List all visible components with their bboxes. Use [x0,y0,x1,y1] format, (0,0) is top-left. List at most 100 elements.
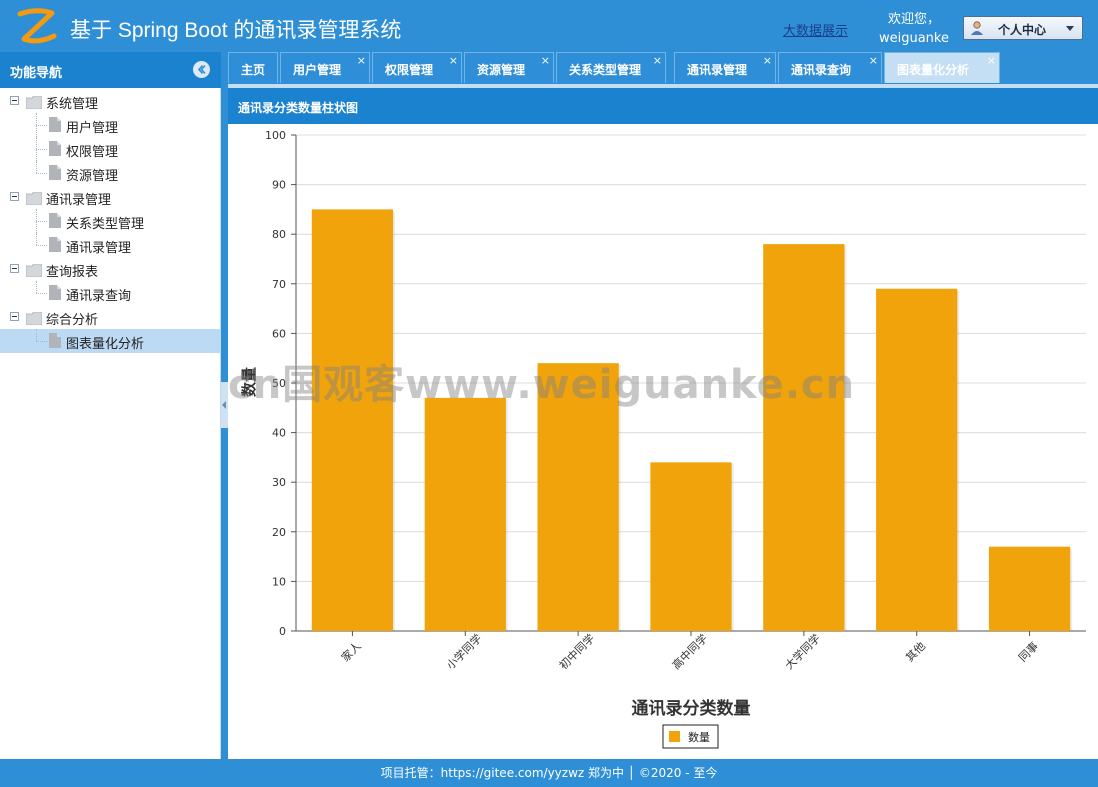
user-icon [971,21,983,35]
welcome-greeting: 欢迎您， [887,12,940,27]
file-icon [49,213,61,228]
chevron-down-icon [1066,26,1074,31]
file-icon [49,333,61,348]
nav-group-label: 综合分析 [46,313,99,328]
nav-item-0-1[interactable]: 权限管理 [0,137,221,161]
y-tick-label: 50 [272,377,286,390]
close-icon[interactable]: × [987,54,996,67]
nav-group-2[interactable]: 查询报表 [0,257,221,281]
x-tick-label: 其他 [903,640,928,665]
tree-line [36,161,37,173]
tab-label: 通讯录查询 [791,63,852,77]
personal-center-button[interactable]: 个人中心 [963,16,1083,40]
x-tick-label: 小学同学 [443,631,484,672]
tree-line [36,125,47,126]
tree-line [36,233,37,245]
x-tick-label: 大学同学 [782,631,823,672]
nav-item-3-0[interactable]: 图表量化分析 [0,329,221,353]
file-icon [49,141,61,156]
nav-item-0-2[interactable]: 资源管理 [0,161,221,185]
tab-5[interactable]: 通讯录管理 × [674,52,776,83]
top-header: 基于 Spring Boot 的通讯录管理系统 大数据展示 欢迎您， weigu… [0,0,1098,52]
nav-group-label: 通讯录管理 [46,193,112,208]
nav-item-label: 资源管理 [66,169,119,184]
folder-icon [25,310,43,326]
tab-3[interactable]: 资源管理 × [464,52,554,83]
bar-2 [537,363,619,631]
nav-group-1[interactable]: 通讯录管理 [0,185,221,209]
tree-line [36,149,47,150]
x-tick-label: 同事 [1016,640,1041,665]
close-icon[interactable]: × [653,54,662,67]
nav-item-label: 通讯录查询 [66,289,132,304]
chart-area: 0 10 20 30 40 50 60 70 80 90 100 家人 小学同学 初中同学 高中同学 大学同学… [228,124,1098,759]
y-tick-label: 20 [272,526,286,539]
x-tick-label: 初中同学 [556,631,597,672]
collapse-toggle-icon[interactable] [10,264,19,273]
nav-item-2-0[interactable]: 通讯录查询 [0,281,221,305]
app-title: 基于 Spring Boot 的通讯录管理系统 [70,19,402,42]
bigdata-link[interactable]: 大数据展示 [783,20,848,39]
folder-icon [25,94,43,110]
y-tick-label: 80 [272,228,286,241]
splitter-collapse-handle[interactable] [221,382,228,428]
personal-center-label: 个人中心 [998,23,1047,37]
y-tick-label: 90 [272,179,286,192]
file-icon [49,237,61,252]
close-icon[interactable]: × [869,54,878,67]
nav-item-label: 权限管理 [66,145,119,160]
tab-2[interactable]: 权限管理 × [372,52,462,83]
y-tick-label: 30 [272,476,286,489]
tab-7[interactable]: 图表量化分析 × [884,52,1000,83]
chevron-left-icon [197,64,206,75]
nav-item-label: 图表量化分析 [66,337,145,352]
bar-5 [876,288,958,631]
collapse-toggle-icon[interactable] [10,192,19,201]
collapse-sidebar-button[interactable] [193,61,210,78]
nav-item-1-1[interactable]: 通讯录管理 [0,233,221,257]
collapse-toggle-icon[interactable] [10,96,19,105]
bar-4 [763,244,845,631]
tab-1[interactable]: 用户管理 × [280,52,370,83]
tree-line [36,329,37,341]
tree-line [36,341,47,342]
nav-item-0-0[interactable]: 用户管理 [0,113,221,137]
tree-line [36,221,47,222]
bar-1 [424,397,506,631]
footer: 项目托管：https://gitee.com/yyzwz 郑为中 │ ©2020… [0,759,1098,787]
chart-title: 通讯录分类数量 [632,698,751,719]
tab-label: 主页 [240,63,265,77]
nav-item-label: 通讯录管理 [66,241,132,256]
nav-tree: 系统管理 用户管理 权限管理 资源管理 通讯录管理 关系类型管理 通讯录管理 查询报表 通讯录查… [0,89,221,353]
tree-line [36,245,47,246]
file-icon [49,285,61,300]
welcome-text: 欢迎您， weiguanke [874,10,954,48]
x-tick-label: 高中同学 [669,631,710,672]
sidebar: 功能导航 系统管理 用户管理 权限管理 资源管理 通讯录管理 关系类型管理 通讯录管理 查询报… [0,52,221,759]
tab-6[interactable]: 通讯录查询 × [778,52,882,83]
tab-label: 关系类型管理 [569,63,642,77]
tab-4[interactable]: 关系类型管理 × [556,52,666,83]
close-icon[interactable]: × [541,54,550,67]
tab-label: 图表量化分析 [897,63,970,77]
y-axis-label: 数量 [240,367,258,397]
logo-icon [17,8,57,44]
tab-0[interactable]: 主页 [228,52,278,83]
close-icon[interactable]: × [449,54,458,67]
y-tick-label: 60 [272,327,286,340]
sidebar-title: 功能导航 [10,66,63,81]
x-tick-label: 家人 [338,639,363,664]
nav-group-0[interactable]: 系统管理 [0,89,221,113]
splitter [221,52,228,759]
username: weiguanke [878,31,949,46]
close-icon[interactable]: × [357,54,366,67]
collapse-toggle-icon[interactable] [10,312,19,321]
legend-label: 数量 [688,731,710,744]
panel-title: 通讯录分类数量柱状图 [238,101,359,115]
nav-group-label: 系统管理 [46,97,99,112]
nav-group-3[interactable]: 综合分析 [0,305,221,329]
nav-item-1-0[interactable]: 关系类型管理 [0,209,221,233]
close-icon[interactable]: × [763,54,772,67]
panel-header: 通讯录分类数量柱状图 [228,88,1098,124]
tree-line [36,281,37,293]
